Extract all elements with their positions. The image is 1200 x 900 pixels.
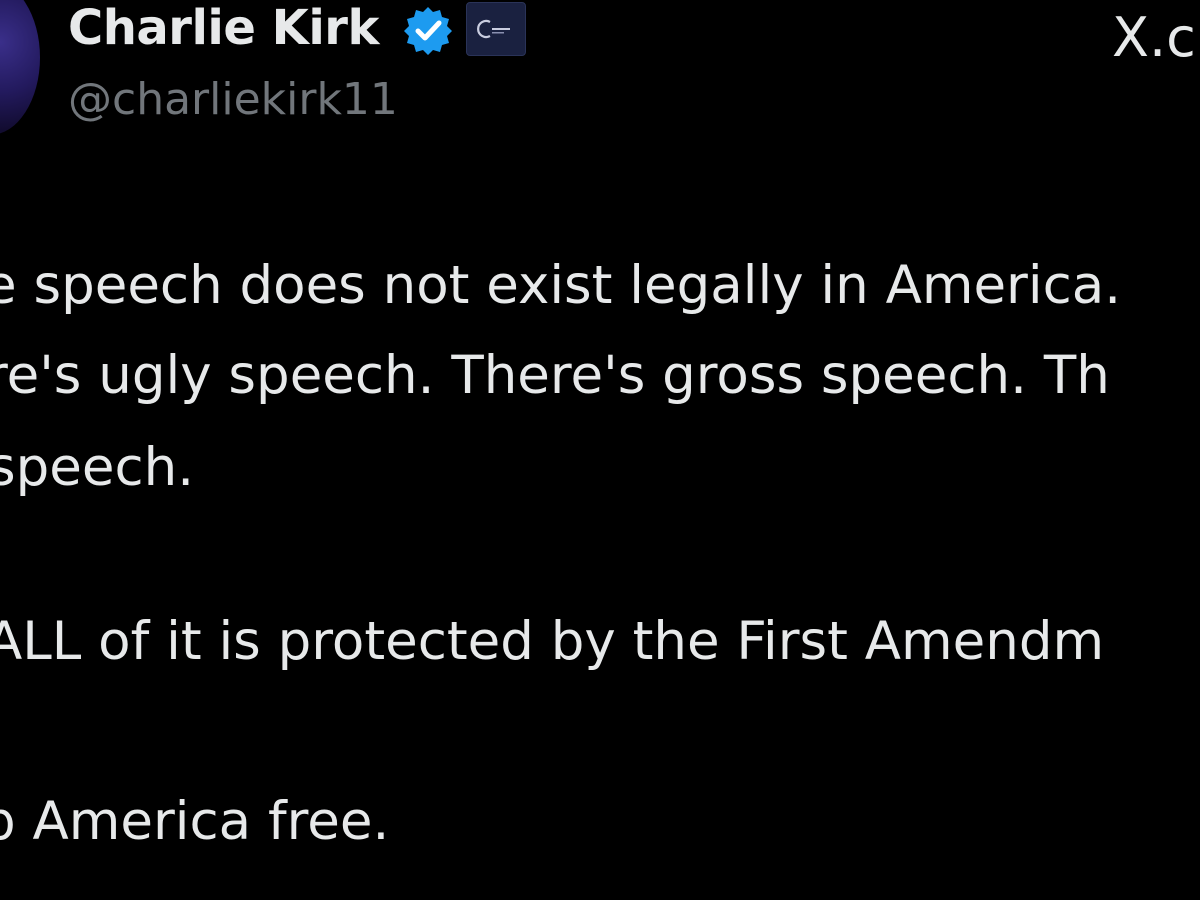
affiliation-badge-icon[interactable] bbox=[466, 2, 526, 56]
x-logo-icon[interactable]: X.c bbox=[1112, 6, 1196, 70]
tweet-text-line: re's ugly speech. There's gross speech. … bbox=[0, 345, 1110, 406]
author-display-name[interactable]: Charlie Kirk bbox=[68, 0, 379, 56]
author-handle[interactable]: @charliekirk11 bbox=[68, 72, 398, 128]
verified-badge-icon bbox=[402, 4, 454, 56]
avatar[interactable] bbox=[0, 0, 40, 135]
tweet-text-line: speech. bbox=[0, 437, 195, 498]
tweet-text-line: e speech does not exist legally in Ameri… bbox=[0, 255, 1122, 316]
tweet-card: Charlie Kirk @charliekirk11 X.c e speech… bbox=[0, 0, 1200, 900]
tweet-text-line: ALL of it is protected by the First Amen… bbox=[0, 611, 1105, 672]
tweet-text-line: p America free. bbox=[0, 791, 390, 852]
